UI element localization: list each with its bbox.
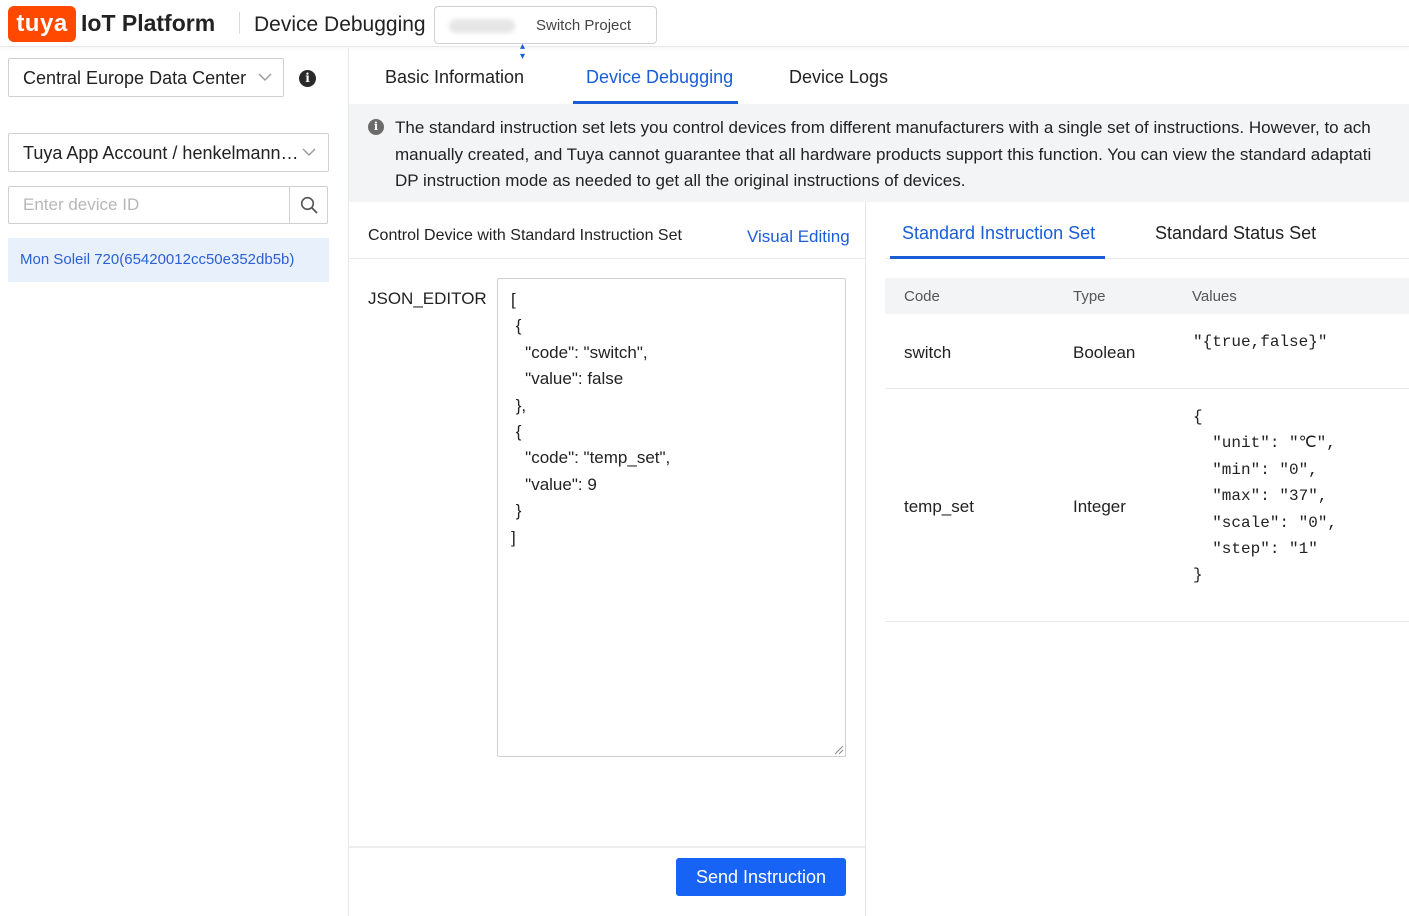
table-cell-values: { "unit": "℃", "min": "0", "max": "37", … xyxy=(1193,408,1338,585)
device-search xyxy=(8,186,328,224)
active-tab-indicator xyxy=(890,256,1105,259)
chevron-down-icon xyxy=(302,148,316,156)
table-row-divider xyxy=(885,621,1409,622)
header-divider xyxy=(239,12,240,34)
sort-arrows-icon: ▴ ▾ xyxy=(520,41,526,62)
table-cell-code: switch xyxy=(904,343,952,362)
table-cell-type: Integer xyxy=(1073,497,1126,516)
account-value: Tuya App Account / henkelmann… xyxy=(23,143,299,163)
device-id-input[interactable] xyxy=(9,187,289,223)
instruction-table-header: Code Type Values xyxy=(885,278,1409,314)
panel-divider xyxy=(865,202,866,916)
tab-device-logs[interactable]: Device Logs xyxy=(789,67,888,88)
tab-standard-instruction-set[interactable]: Standard Instruction Set xyxy=(902,223,1095,244)
visual-editing-link[interactable]: Visual Editing xyxy=(747,227,850,247)
page-title: Device Debugging xyxy=(254,13,426,36)
left-sidebar xyxy=(0,48,349,916)
tab-device-debugging[interactable]: Device Debugging xyxy=(586,67,733,88)
info-icon: i xyxy=(368,119,384,135)
info-icon[interactable]: i xyxy=(299,70,316,87)
account-select[interactable]: Tuya App Account / henkelmann… xyxy=(8,133,329,172)
banner-text-line: manually created, and Tuya cannot guaran… xyxy=(395,145,1372,164)
column-header-code: Code xyxy=(904,288,940,305)
platform-name: IoT Platform xyxy=(81,10,216,36)
divider xyxy=(349,846,865,848)
control-panel-title: Control Device with Standard Instruction… xyxy=(368,227,682,244)
project-owner-redacted xyxy=(449,19,515,33)
column-header-values: Values xyxy=(1192,288,1237,305)
json-editor[interactable]: [ { "code": "switch", "value": false }, … xyxy=(497,278,846,757)
json-editor-label: JSON_EDITOR xyxy=(368,289,487,308)
device-name: Mon Soleil 720(65420012cc50e352db5b) xyxy=(20,251,295,268)
data-center-value: Central Europe Data Center xyxy=(23,68,247,88)
info-banner: i The standard instruction set lets you … xyxy=(349,104,1409,202)
table-cell-type: Boolean xyxy=(1073,343,1136,362)
table-row-divider xyxy=(885,388,1409,389)
tab-basic-information[interactable]: Basic Information xyxy=(385,67,524,88)
chevron-down-icon xyxy=(258,73,272,81)
device-list-item[interactable]: Mon Soleil 720(65420012cc50e352db5b) xyxy=(8,238,329,282)
json-editor-content[interactable]: [ { "code": "switch", "value": false }, … xyxy=(511,287,670,551)
tab-standard-status-set[interactable]: Standard Status Set xyxy=(1155,223,1316,244)
data-center-select[interactable]: Central Europe Data Center xyxy=(8,58,284,97)
tuya-logo[interactable]: tuya xyxy=(8,6,76,42)
divider xyxy=(349,258,865,259)
banner-text-line: DP instruction mode as needed to get all… xyxy=(395,171,966,190)
table-cell-code: temp_set xyxy=(904,497,974,516)
project-selector[interactable]: Switch Project xyxy=(434,6,657,44)
banner-text-line: The standard instruction set lets you co… xyxy=(395,118,1371,137)
project-name: Switch Project xyxy=(536,17,632,34)
top-header: tuya IoT Platform Device Debugging Switc… xyxy=(0,0,1409,62)
table-cell-values: "{true,false}" xyxy=(1193,333,1328,351)
column-header-type: Type xyxy=(1073,288,1106,305)
search-button[interactable] xyxy=(289,187,327,223)
send-instruction-button[interactable]: Send Instruction xyxy=(676,858,846,896)
search-icon xyxy=(300,196,317,214)
resize-handle-icon[interactable] xyxy=(834,745,844,755)
